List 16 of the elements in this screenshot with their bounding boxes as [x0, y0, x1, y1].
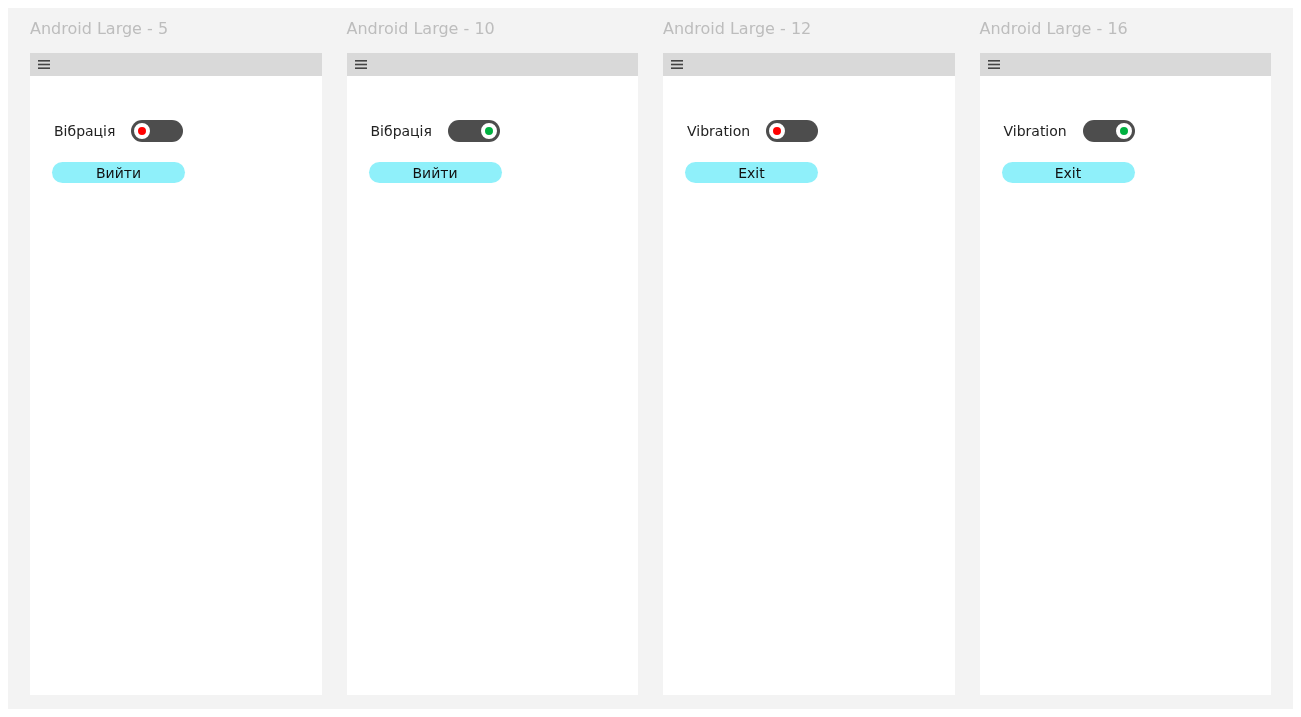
vibration-toggle[interactable] — [131, 120, 184, 142]
vibration-toggle[interactable] — [766, 120, 819, 142]
vibration-label: Vibration — [687, 123, 751, 139]
vibration-label: Вібрація — [370, 123, 432, 139]
menu-icon[interactable] — [671, 60, 683, 69]
menu-icon[interactable] — [38, 60, 50, 69]
vibration-label: Вібрація — [54, 123, 116, 139]
menu-icon[interactable] — [354, 60, 367, 69]
menu-icon[interactable] — [987, 60, 1000, 69]
exit-button[interactable]: Exit — [685, 162, 818, 183]
vibration-label: Vibration — [1003, 123, 1067, 139]
exit-button[interactable]: Вийти — [52, 162, 185, 183]
vibration-toggle[interactable] — [1082, 120, 1135, 142]
vibration-toggle[interactable] — [447, 120, 500, 142]
exit-button[interactable]: Вийти — [368, 162, 502, 183]
exit-button[interactable]: Exit — [1001, 162, 1135, 183]
